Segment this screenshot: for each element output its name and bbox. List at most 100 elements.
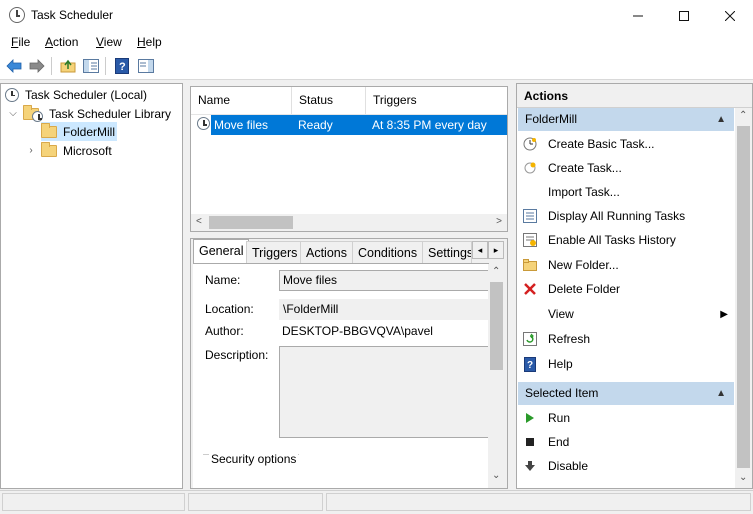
horizontal-scrollbar[interactable]: < > <box>191 214 507 231</box>
status-bar-section <box>188 493 323 511</box>
refresh-icon <box>522 331 538 347</box>
task-list: Name Status Triggers Move files Ready At… <box>190 86 508 232</box>
tab-scroll-left-button[interactable]: ◂ <box>472 241 488 259</box>
close-button[interactable] <box>707 0 753 31</box>
toolbar-separator <box>51 57 52 75</box>
tree-item-microsoft[interactable]: › Microsoft <box>25 141 112 160</box>
show-hide-console-tree-button[interactable] <box>81 56 101 76</box>
scroll-down-icon[interactable]: ⌄ <box>739 472 747 483</box>
chevron-down-icon[interactable]: ⌵ <box>7 108 19 119</box>
maximize-button[interactable] <box>661 0 707 31</box>
table-row[interactable]: Move files Ready At 8:35 PM every day <box>211 115 507 135</box>
scroll-right-icon[interactable]: > <box>496 216 502 227</box>
run-icon <box>522 410 538 426</box>
create-basic-task-icon <box>522 136 538 152</box>
tree-item-task-scheduler-local[interactable]: Task Scheduler (Local) <box>5 85 147 104</box>
action-disable[interactable]: Disable <box>522 454 734 478</box>
scrollbar-thumb[interactable] <box>209 216 293 229</box>
action-create-task[interactable]: Create Task... <box>522 156 734 180</box>
show-hide-action-pane-button[interactable] <box>136 56 156 76</box>
menu-file[interactable]: File <box>11 35 30 49</box>
tree-item-foldermill[interactable]: FolderMill <box>41 122 118 141</box>
section-title: FolderMill <box>525 112 578 126</box>
tab-general[interactable]: General <box>193 239 250 263</box>
security-options-label: Security options <box>209 452 299 466</box>
svg-text:?: ? <box>119 61 126 73</box>
description-field[interactable] <box>279 346 490 438</box>
help-book-icon: ? <box>115 58 129 74</box>
collapse-icon[interactable]: ▲ <box>716 108 726 131</box>
action-import-task[interactable]: Import Task... <box>522 180 734 204</box>
scroll-left-icon[interactable]: < <box>196 216 202 227</box>
section-selected-item[interactable]: Selected Item ▲ <box>518 382 734 405</box>
clock-badge-icon <box>32 111 43 122</box>
action-new-folder[interactable]: New Folder... <box>522 253 734 277</box>
back-arrow-icon <box>6 59 22 73</box>
action-help[interactable]: ? Help <box>522 352 734 376</box>
action-create-basic-task[interactable]: Create Basic Task... <box>522 132 734 156</box>
location-label: Location: <box>205 302 254 316</box>
console-tree: Task Scheduler (Local) ⌵ Task Scheduler … <box>0 83 183 489</box>
scroll-up-icon[interactable]: ⌃ <box>492 266 500 277</box>
forward-arrow-icon <box>29 59 45 73</box>
tab-scroll-right-button[interactable]: ▸ <box>488 241 504 259</box>
action-delete-folder[interactable]: Delete Folder <box>522 277 734 301</box>
menu-action[interactable]: Action <box>45 35 78 49</box>
running-tasks-icon <box>522 208 538 224</box>
column-header-name[interactable]: Name <box>191 87 292 114</box>
section-foldermill[interactable]: FolderMill ▲ <box>518 108 734 131</box>
details-vertical-scrollbar[interactable]: ⌃ ⌄ <box>488 264 505 488</box>
scrollbar-thumb[interactable] <box>737 126 750 468</box>
status-bar <box>0 490 753 514</box>
menu-help[interactable]: Help <box>137 35 162 49</box>
action-display-running-tasks[interactable]: Display All Running Tasks <box>522 204 734 228</box>
back-button[interactable] <box>4 56 24 76</box>
menu-view[interactable]: View <box>96 35 122 49</box>
column-header-status[interactable]: Status <box>292 87 366 114</box>
column-header-triggers[interactable]: Triggers <box>366 87 507 114</box>
tree-item-label: Task Scheduler (Local) <box>25 87 148 102</box>
tree-item-task-scheduler-library[interactable]: ⌵ Task Scheduler Library <box>7 104 171 123</box>
maximize-icon <box>679 10 689 21</box>
scrollbar-thumb[interactable] <box>490 282 503 370</box>
help-toolbar-button[interactable]: ? <box>112 56 132 76</box>
actions-header: Actions <box>517 84 752 108</box>
close-icon <box>725 10 735 21</box>
tab-triggers[interactable]: Triggers <box>246 241 304 263</box>
help-icon: ? <box>522 356 538 372</box>
actions-vertical-scrollbar[interactable]: ⌃ ⌄ <box>735 108 752 488</box>
up-folder-button[interactable] <box>58 56 78 76</box>
tab-conditions[interactable]: Conditions <box>352 241 424 263</box>
tree-item-label: Microsoft <box>63 143 112 158</box>
action-refresh[interactable]: Refresh <box>522 327 734 351</box>
action-view[interactable]: View ▶ <box>522 302 734 326</box>
description-label: Description: <box>205 348 269 362</box>
author-value: DESKTOP-BBGVQVA\pavel <box>282 324 433 338</box>
submenu-arrow-icon: ▶ <box>720 308 728 320</box>
toolbar-separator <box>105 57 106 75</box>
action-pane-icon <box>138 59 154 73</box>
status-bar-section <box>326 493 751 511</box>
forward-button[interactable] <box>27 56 47 76</box>
action-run[interactable]: Run <box>522 406 734 430</box>
new-folder-icon <box>522 257 538 273</box>
tab-actions[interactable]: Actions <box>300 241 353 263</box>
tab-settings[interactable]: Settings <box>422 241 472 263</box>
action-end[interactable]: End <box>522 430 734 454</box>
action-enable-history[interactable]: Enable All Tasks History <box>522 228 734 252</box>
toolbar: ? <box>0 53 753 80</box>
author-label: Author: <box>205 324 244 338</box>
create-task-icon <box>522 160 538 176</box>
disable-icon <box>522 458 538 474</box>
scroll-up-icon[interactable]: ⌃ <box>739 110 747 121</box>
svg-text:?: ? <box>527 360 533 371</box>
chevron-right-icon[interactable]: › <box>25 145 37 156</box>
scroll-down-icon[interactable]: ⌄ <box>492 470 500 481</box>
task-scheduler-app-icon <box>9 7 25 23</box>
collapse-icon[interactable]: ▲ <box>716 382 726 405</box>
up-folder-icon <box>60 59 76 73</box>
delete-icon <box>522 281 538 297</box>
minimize-button[interactable] <box>615 0 661 31</box>
tree-item-label: FolderMill <box>63 124 116 139</box>
name-field[interactable]: Move files <box>279 270 490 291</box>
